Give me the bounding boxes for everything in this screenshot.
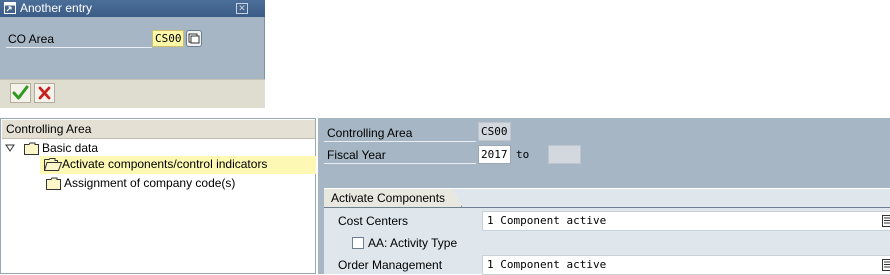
confirm-button[interactable] [10,83,31,103]
tree-header: Controlling Area [2,120,315,139]
another-entry-dialog: Another entry ✕ CO Area CS00 [0,0,265,108]
activity-type-checkbox[interactable] [352,237,364,249]
fiscal-year-label: Fiscal Year [327,148,386,162]
dropdown-list-icon[interactable] [882,215,890,227]
close-icon[interactable]: ✕ [236,3,248,14]
dialog-title: Another entry [20,1,92,16]
expand-triangle-icon[interactable] [5,144,15,152]
order-management-dropdown[interactable]: 1 Component active [482,255,890,275]
dropdown-list-icon[interactable] [882,259,890,271]
label-underline [324,141,476,142]
tab-divider [324,207,890,208]
window-icon [4,2,16,14]
cost-centers-dropdown[interactable]: 1 Component active [482,211,890,231]
label-underline [6,47,152,48]
open-folder-icon [44,158,62,171]
tree-node-label: Basic data [42,140,98,157]
dropdown-value: 1 Component active [487,258,606,271]
component-row-activity-type: AA: Activity Type [330,233,890,253]
fiscal-year-to-input[interactable] [548,145,581,164]
activity-type-label: AA: Activity Type [368,236,457,250]
tree-node-label: Activate components/control indicators [62,156,267,173]
fiscal-year-from-input[interactable]: 2017 [478,145,511,164]
label-underline [324,163,476,164]
cost-centers-label: Cost Centers [338,214,408,228]
to-label: to [516,148,529,161]
controlling-area-label: Controlling Area [327,126,412,140]
detail-panel: Controlling Area CS00 Fiscal Year 2017 t… [318,118,890,274]
dialog-toolbar [0,79,265,108]
cancel-icon [35,84,54,102]
tree-node-label: Assignment of company code(s) [64,175,235,192]
component-row-cost-centers: Cost Centers 1 Component active [330,211,890,231]
controlling-area-field: CS00 [478,122,511,141]
tree-node-basic-data[interactable]: Basic data [0,140,300,157]
tab-activate-components[interactable]: Activate Components [324,189,462,207]
co-area-label: CO Area [8,32,54,46]
folder-icon [24,142,39,155]
co-area-input[interactable]: CS00 [152,30,184,47]
dialog-titlebar[interactable]: Another entry ✕ [0,0,265,17]
order-management-label: Order Management [338,258,442,272]
activate-components-tabstrip: Activate Components Cost Centers 1 Compo… [324,188,890,274]
component-row-order-management: Order Management 1 Component active [330,255,890,275]
value-help-icon[interactable] [186,30,202,47]
cancel-button[interactable] [34,83,55,103]
check-icon [11,84,30,102]
tree-node-activate-components[interactable]: Activate components/control indicators [40,156,316,174]
dropdown-value: 1 Component active [487,214,606,227]
tree-node-assignment-company-codes[interactable]: Assignment of company code(s) [40,175,316,192]
folder-icon [46,177,61,190]
